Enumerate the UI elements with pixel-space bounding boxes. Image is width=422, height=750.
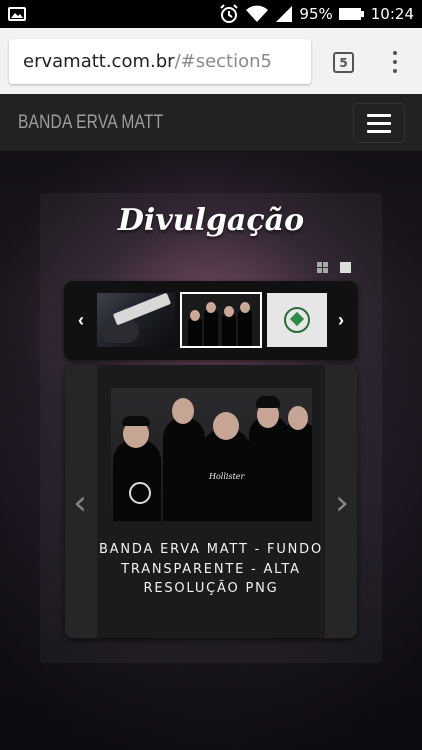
section-title: Divulgação (117, 203, 305, 238)
thumbnail-guitar-photo[interactable] (97, 293, 175, 347)
thumbnail-band-photo[interactable] (180, 292, 262, 348)
site-navbar: BANDA ERVA MATT (0, 94, 422, 152)
url-path: /#section5 (174, 51, 272, 72)
slide-caption: BANDA ERVA MATT - FUNDO TRANSPARENTE - A… (98, 542, 324, 596)
battery-icon (338, 8, 364, 20)
grid-view-icon[interactable] (317, 262, 328, 273)
tab-count: 5 (339, 55, 348, 70)
thumb-head (224, 306, 234, 317)
member-head (172, 398, 194, 424)
thumbnail-prev-button[interactable]: ‹ (74, 309, 88, 331)
band-member (281, 421, 312, 521)
browser-toolbar: ervamatt.com.br/#section5 5 (0, 28, 422, 94)
url-domain: ervamatt.com.br (23, 51, 175, 72)
hamburger-icon[interactable] (353, 103, 405, 143)
band-member (113, 439, 161, 521)
battery-percent: 95% (299, 5, 333, 23)
thumb-person (222, 312, 236, 346)
slide-prev-button[interactable]: ‹ (68, 483, 92, 523)
gallery-slide: ‹ › Hollister BANDA ERVA MATT - FUNDO TR… (65, 365, 357, 638)
erva-matt-logo-icon (284, 307, 310, 333)
alarm-icon (220, 4, 239, 23)
overflow-menu-icon[interactable] (384, 48, 406, 76)
url-bar[interactable]: ervamatt.com.br/#section5 (9, 39, 311, 84)
thumbnail-strip: ‹ › (64, 281, 358, 360)
wifi-icon (246, 5, 269, 22)
thumb-guitar-shape (112, 293, 172, 326)
clock: 10:24 (370, 5, 414, 23)
member-beanie (256, 396, 280, 408)
tab-switcher-button[interactable]: 5 (333, 52, 354, 73)
status-bar: 95% 10:24 (0, 0, 422, 28)
signal-icon (276, 6, 293, 22)
band-member (163, 417, 205, 521)
single-view-icon[interactable] (340, 262, 351, 273)
thumb-person (238, 308, 252, 346)
thumb-head (206, 302, 216, 313)
thumb-head (240, 302, 250, 313)
status-right: 95% 10:24 (219, 4, 414, 24)
member-cap (122, 416, 150, 426)
status-left (8, 7, 26, 21)
thumb-head (190, 310, 200, 321)
thumb-person (204, 308, 218, 346)
thumbnail-erva-matt-logo[interactable] (267, 293, 327, 347)
slide-next-button[interactable]: › (330, 483, 354, 523)
shirt-logo-icon (129, 482, 151, 504)
member-head (288, 406, 308, 430)
thumbnail-next-button[interactable]: › (334, 309, 348, 331)
member-head (213, 412, 239, 440)
band-photo[interactable]: Hollister (111, 388, 312, 521)
shirt-text: Hollister (209, 472, 245, 481)
image-notification-icon (8, 7, 26, 21)
site-brand[interactable]: BANDA ERVA MATT (18, 112, 163, 134)
